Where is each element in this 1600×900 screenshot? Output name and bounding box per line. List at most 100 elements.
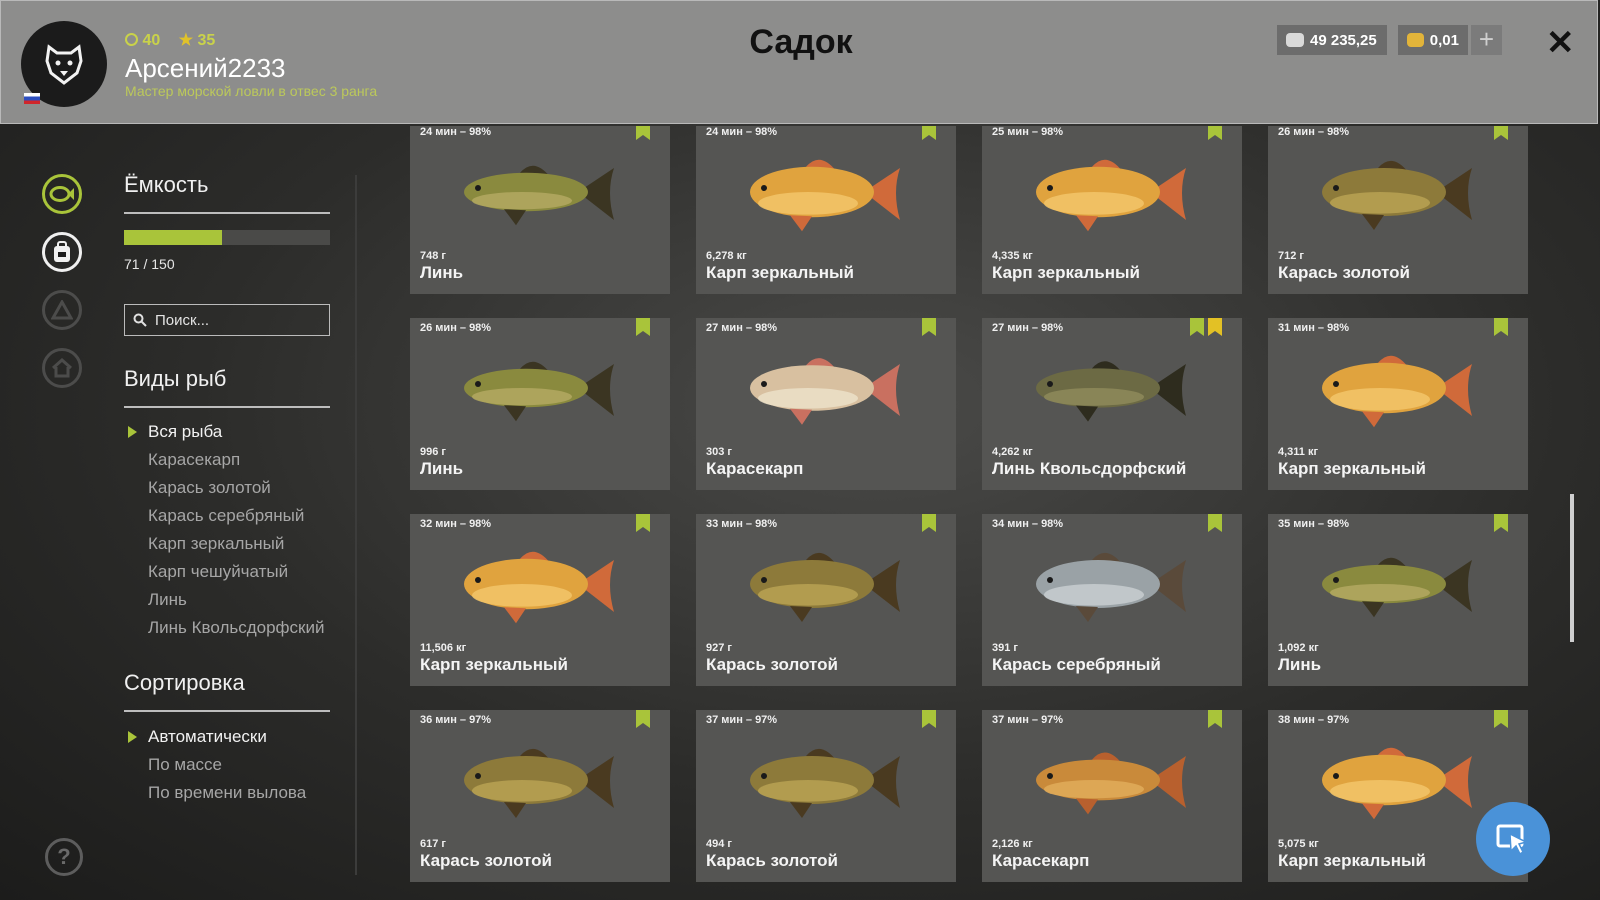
species-option[interactable]: Карасекарп bbox=[148, 446, 324, 474]
fish-card[interactable]: 33 мин – 98% 927 г Карась золотой bbox=[696, 514, 956, 686]
fish-image bbox=[750, 358, 900, 425]
species-option[interactable]: Линь bbox=[148, 586, 324, 614]
fish-image bbox=[750, 748, 900, 818]
bookmark-icon[interactable] bbox=[1208, 514, 1222, 532]
bookmark-icon[interactable] bbox=[1494, 318, 1508, 336]
fish-card[interactable]: 26 мин – 98% 712 г Карась золотой bbox=[1268, 126, 1528, 294]
fish-image bbox=[1322, 160, 1472, 230]
panel-divider bbox=[355, 175, 357, 875]
capacity-bar bbox=[124, 230, 330, 245]
sort-option[interactable]: По времени вылова bbox=[148, 779, 306, 807]
fish-card[interactable]: 37 мин – 97% 494 г Карась золотой bbox=[696, 710, 956, 882]
tent-icon bbox=[51, 300, 73, 320]
help-button[interactable]: ? bbox=[45, 838, 83, 876]
sort-option-label: По массе bbox=[148, 755, 222, 774]
species-option[interactable]: Карп чешуйчатый bbox=[148, 558, 324, 586]
fish-card[interactable]: 31 мин – 98% 4,311 кг Карп зеркальный bbox=[1268, 318, 1528, 490]
fish-catch-time: 38 мин – 97% bbox=[1278, 714, 1350, 726]
fish-catch-time: 27 мин – 98% bbox=[706, 322, 778, 334]
fish-weight: 4,311 кг bbox=[1278, 446, 1319, 458]
species-option[interactable]: Карась золотой bbox=[148, 474, 324, 502]
bookmark-icon[interactable] bbox=[1494, 710, 1508, 728]
fish-card[interactable]: 26 мин – 98% 996 г Линь bbox=[410, 318, 670, 490]
fish-image bbox=[1036, 752, 1186, 815]
fish-image bbox=[1322, 557, 1472, 618]
cursor-icon bbox=[1496, 824, 1529, 856]
divider bbox=[124, 710, 330, 712]
species-option-label: Линь bbox=[148, 590, 187, 609]
species-option-label: Карп зеркальный bbox=[148, 534, 285, 553]
species-option[interactable]: Карась серебряный bbox=[148, 502, 324, 530]
species-option-label: Карась золотой bbox=[148, 478, 271, 497]
bookmark-icon[interactable] bbox=[922, 514, 936, 532]
fish-card[interactable]: 24 мин – 98% 748 г Линь bbox=[410, 126, 670, 294]
bookmark-icon[interactable] bbox=[636, 318, 650, 336]
fish-catch-time: 36 мин – 97% bbox=[420, 714, 492, 726]
silver-coins-icon bbox=[1286, 33, 1304, 47]
species-option[interactable]: Вся рыба bbox=[128, 418, 324, 446]
bookmark-icon[interactable] bbox=[636, 126, 650, 140]
fish-catch-time: 37 мин – 97% bbox=[992, 714, 1064, 726]
country-flag-icon bbox=[24, 93, 40, 104]
fish-catch-time: 35 мин – 98% bbox=[1278, 518, 1350, 530]
fish-catch-time: 32 мин – 98% bbox=[420, 518, 492, 530]
fish-card[interactable]: 32 мин – 98% 11,506 кг Карп зеркальный bbox=[410, 514, 670, 686]
fish-card[interactable]: 27 мин – 98% 303 г Карасекарп bbox=[696, 318, 956, 490]
bookmark-icon[interactable] bbox=[1208, 710, 1222, 728]
grid-scrollbar[interactable] bbox=[1570, 494, 1574, 642]
fish-image bbox=[464, 165, 614, 226]
fish-weight: 927 г bbox=[706, 642, 732, 654]
bookmark-icon[interactable] bbox=[922, 126, 936, 140]
tent-tab[interactable] bbox=[42, 290, 82, 330]
fish-weight: 4,262 кг bbox=[992, 446, 1033, 458]
close-button[interactable]: ✕ bbox=[1546, 23, 1575, 63]
silver-balance[interactable]: 49 235,25 bbox=[1277, 25, 1387, 55]
fish-name: Карп зеркальный bbox=[1278, 851, 1426, 870]
fish-card[interactable]: 24 мин – 98% 6,278 кг Карп зеркальный bbox=[696, 126, 956, 294]
fish-card[interactable]: 36 мин – 97% 617 г Карась золотой bbox=[410, 710, 670, 882]
fish-name: Карп зеркальный bbox=[992, 263, 1140, 282]
species-heading: Виды рыб bbox=[124, 366, 227, 391]
fish-name: Линь bbox=[420, 263, 464, 282]
fish-image bbox=[1322, 355, 1472, 428]
sort-option[interactable]: Автоматически bbox=[128, 723, 306, 751]
species-option[interactable]: Линь Квольсдорфский bbox=[148, 614, 324, 642]
fish-card[interactable]: 27 мин – 98% 4,262 кг Линь Квольсдорфский bbox=[982, 318, 1242, 490]
bookmark-icon[interactable] bbox=[1494, 514, 1508, 532]
species-option[interactable]: Карп зеркальный bbox=[148, 530, 324, 558]
backpack-tab[interactable] bbox=[42, 232, 82, 272]
search-icon bbox=[133, 313, 147, 327]
fish-weight: 5,075 кг bbox=[1278, 838, 1319, 850]
sort-option[interactable]: По массе bbox=[148, 751, 306, 779]
capacity-count: 71 / 150 bbox=[124, 256, 175, 272]
bookmark-icon[interactable] bbox=[1208, 126, 1222, 140]
fish-image bbox=[1036, 159, 1186, 232]
fish-weight: 617 г bbox=[420, 838, 446, 850]
cursor-mode-button[interactable] bbox=[1476, 802, 1550, 876]
sort-heading: Сортировка bbox=[124, 670, 245, 695]
species-option-label: Линь Квольсдорфский bbox=[148, 618, 325, 637]
search-input[interactable] bbox=[153, 310, 327, 330]
bookmark-icon[interactable] bbox=[1494, 126, 1508, 140]
fish-name: Карп зеркальный bbox=[1278, 459, 1426, 478]
keepnet-tab[interactable] bbox=[42, 174, 82, 214]
gold-balance[interactable]: 0,01 bbox=[1398, 25, 1468, 55]
add-gold-button[interactable]: + bbox=[1471, 25, 1502, 55]
selected-arrow-icon bbox=[128, 731, 137, 743]
bookmark-icon[interactable] bbox=[1190, 318, 1204, 336]
fish-card[interactable]: 35 мин – 98% 1,092 кг Линь bbox=[1268, 514, 1528, 686]
bookmark-icon[interactable] bbox=[922, 318, 936, 336]
fish-weight: 11,506 кг bbox=[420, 642, 467, 654]
fish-image bbox=[464, 361, 614, 422]
fish-card[interactable]: 25 мин – 98% 4,335 кг Карп зеркальный bbox=[982, 126, 1242, 294]
fish-catch-time: 37 мин – 97% bbox=[706, 714, 778, 726]
home-tab[interactable] bbox=[42, 348, 82, 388]
fish-name: Линь bbox=[420, 459, 464, 478]
fish-weight: 303 г bbox=[706, 446, 732, 458]
bookmark-icon[interactable] bbox=[636, 710, 650, 728]
bookmark-icon[interactable] bbox=[636, 514, 650, 532]
fish-card[interactable]: 37 мин – 97% 2,126 кг Карасекарп bbox=[982, 710, 1242, 882]
bookmark-icon[interactable] bbox=[922, 710, 936, 728]
fish-card[interactable]: 34 мин – 98% 391 г Карась серебряный bbox=[982, 514, 1242, 686]
search-field[interactable] bbox=[124, 304, 330, 336]
